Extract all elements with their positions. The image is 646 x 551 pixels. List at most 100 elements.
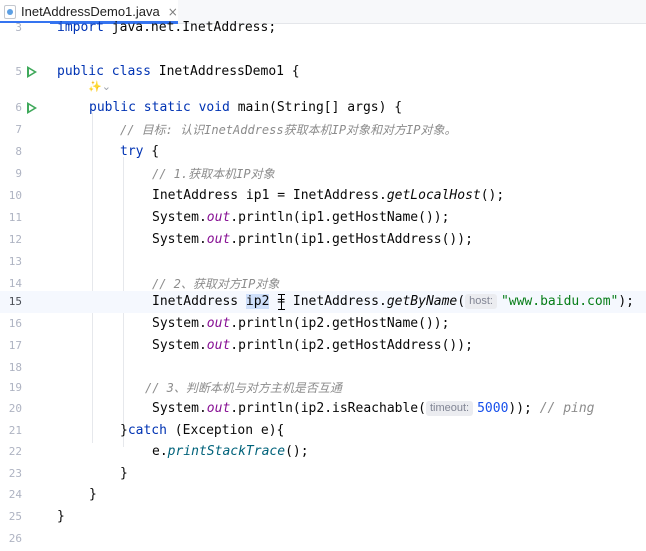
line-number: 21 (8, 424, 22, 437)
code-line: 12 System.out.println(ip1.getHostAddress… (0, 229, 646, 251)
parameter-hint: timeout: (425, 401, 474, 416)
code-segment: ); (618, 294, 635, 309)
code-segment: = InetAddress. (269, 294, 387, 309)
code-line: 21 }catch (Exception e){ (0, 420, 646, 442)
code-segment: InetAddressDemo1 { (150, 64, 300, 79)
keyword: public static void (89, 100, 230, 115)
code-segment: (Exception e){ (166, 423, 285, 438)
number-literal: 5000 (477, 401, 509, 416)
line-number: 8 (15, 145, 22, 158)
line-number: 10 (8, 189, 22, 202)
line-number: 25 (8, 510, 22, 523)
method-call: getLocalHost (386, 188, 481, 203)
keyword: public class (57, 64, 151, 79)
keyword: try (120, 144, 144, 159)
line-number: 13 (8, 255, 22, 268)
code-segment: .println(ip1.getHostName()); (230, 210, 450, 225)
code-line: 7 // 目标: 认识InetAddress获取本机IP对象和对方IP对象。 (0, 119, 646, 141)
run-class-icon[interactable] (27, 66, 37, 78)
line-number: 23 (8, 467, 22, 480)
line-number: 6 (15, 101, 22, 114)
line-number: 20 (8, 402, 22, 415)
code-line: 9 // 1.获取本机IP对象 (0, 163, 646, 185)
code-line: 13 (0, 251, 646, 273)
line-number: 11 (8, 211, 22, 224)
code-segment: (); (285, 444, 309, 459)
line-number: 9 (15, 167, 22, 180)
code-line: 25 } (0, 506, 646, 528)
line-number: 16 (8, 317, 22, 330)
code-text: }catch (Exception e){ (120, 420, 284, 442)
code-line: 26 (0, 528, 646, 550)
code-text: } (89, 487, 97, 502)
code-segment: java.net.InetAddress; (103, 20, 277, 35)
static-field: out (206, 401, 231, 416)
line-number: 22 (8, 445, 22, 458)
string-literal: "www.baidu.com" (500, 294, 619, 309)
code-line-current: 15 InetAddress ip2 = InetAddress.getByNa… (0, 291, 646, 313)
code-segment: System. (152, 338, 207, 353)
comment: // 1.获取本机IP对象 (152, 167, 275, 181)
comment: // 3、判断本机与对方主机是否互通 (145, 381, 342, 395)
static-field: out (206, 232, 231, 247)
code-line: 22 e.printStackTrace(); (0, 441, 646, 463)
comment: // 目标: 认识InetAddress获取本机IP对象和对方IP对象。 (120, 123, 457, 137)
method-call: getByName (386, 294, 458, 309)
line-number: 26 (8, 532, 22, 545)
code-text: public static void main(String[] args) { (89, 97, 402, 119)
code-line: 10 InetAddress ip1 = InetAddress.getLoca… (0, 185, 646, 207)
code-line: 16 System.out.println(ip2.getHostName())… (0, 313, 646, 335)
line-number: 19 (8, 381, 22, 394)
code-text: System.out.println(ip2.getHostName()); (152, 313, 449, 335)
code-line: 3 import java.net.InetAddress; (0, 17, 646, 39)
line-number: 12 (8, 233, 22, 246)
code-segment: } (120, 423, 128, 438)
code-segment: .println(ip2.getHostAddress()); (230, 338, 473, 353)
static-field: out (206, 338, 231, 353)
code-text: try { (120, 141, 159, 163)
code-segment: )); (508, 401, 540, 416)
keyword: import (57, 20, 104, 35)
code-line: 11 System.out.println(ip1.getHostName())… (0, 207, 646, 229)
code-line: 18 (0, 357, 646, 379)
code-segment: System. (152, 232, 207, 247)
keyword: catch (127, 423, 167, 438)
selected-variable: ip2 (245, 294, 270, 309)
code-text: System.out.println(ip1.getHostName()); (152, 207, 449, 229)
code-line: ✨⌄ (0, 79, 646, 97)
method-call: printStackTrace (167, 444, 286, 459)
code-line: 19 // 3、判断本机与对方主机是否互通 (0, 377, 646, 399)
run-main-icon[interactable] (27, 102, 37, 114)
code-segment: .println(ip1.getHostAddress()); (230, 232, 473, 247)
line-number: 18 (8, 361, 22, 374)
static-field: out (206, 316, 231, 331)
comment: // ping (539, 401, 595, 416)
code-segment: e. (152, 444, 168, 459)
line-number: 7 (15, 123, 22, 136)
line-number: 17 (8, 339, 22, 352)
code-line: 6 public static void main(String[] args)… (0, 97, 646, 119)
code-line: 24 } (0, 484, 646, 506)
line-number: 3 (15, 21, 22, 34)
code-text: e.printStackTrace(); (152, 441, 309, 463)
code-segment: ( (457, 294, 466, 309)
code-text: } (57, 509, 65, 524)
code-text: import java.net.InetAddress; (57, 17, 276, 39)
code-text: InetAddress ip1 = InetAddress.getLocalHo… (152, 185, 504, 207)
ai-assist-icon[interactable]: ✨⌄ (88, 80, 111, 93)
code-line: 20 System.out.println(ip2.isReachable(ti… (0, 398, 646, 420)
mouse-cursor-icon (278, 294, 285, 310)
code-text: } (120, 466, 128, 481)
code-line: 23 } (0, 463, 646, 485)
code-editor[interactable]: 3 import java.net.InetAddress; 5 public … (0, 20, 646, 551)
static-field: out (206, 210, 231, 225)
line-number: 24 (8, 488, 22, 501)
code-segment: InetAddress (152, 294, 246, 309)
code-line: 17 System.out.println(ip2.getHostAddress… (0, 335, 646, 357)
code-segment: System. (152, 401, 207, 416)
code-line: 8 try { (0, 141, 646, 163)
code-text: System.out.println(ip2.getHostAddress())… (152, 335, 473, 357)
code-text: InetAddress ip2 = InetAddress.getByName(… (152, 291, 634, 313)
code-segment: .println(ip2.getHostName()); (230, 316, 450, 331)
